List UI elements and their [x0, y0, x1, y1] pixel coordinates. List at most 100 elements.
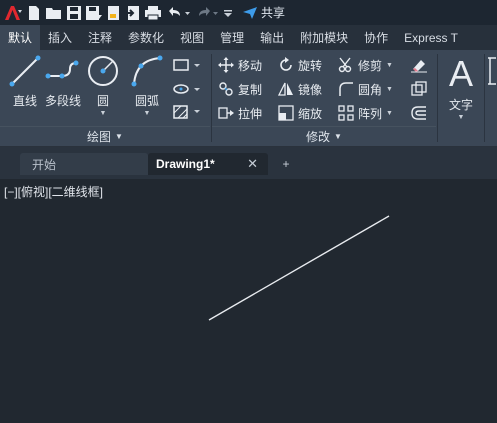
- arc-tool-button[interactable]: 圆弧 ▼: [130, 54, 164, 117]
- quick-access-toolbar: 共享: [0, 0, 497, 25]
- ribbon-panel: 直线 多段线 圆 ▼ 圆弧 ▼ 绘图 ▼ 移动 旋转 修剪 ▼ 复制 镜像 圆角…: [0, 50, 497, 147]
- line-icon: [9, 55, 41, 87]
- close-icon[interactable]: ✕: [247, 156, 258, 172]
- rotate-icon: [280, 57, 292, 71]
- modify-panel-title[interactable]: 修改 ▼: [212, 126, 436, 146]
- import-icon[interactable]: [125, 3, 141, 23]
- draw-panel-expand-icon: ▼: [115, 132, 123, 141]
- new-file-icon[interactable]: [26, 3, 42, 23]
- text-a-icon: A: [449, 54, 473, 92]
- trim-tool-button[interactable]: 修剪 ▼: [338, 55, 393, 75]
- drawn-line[interactable]: [208, 215, 390, 321]
- trim-icon: [338, 57, 352, 73]
- save-icon[interactable]: [66, 3, 82, 23]
- fillet-dropdown-icon[interactable]: ▼: [386, 86, 393, 93]
- polyline-label: 多段线: [44, 94, 81, 108]
- open-folder-icon[interactable]: [45, 3, 63, 23]
- tab-manage[interactable]: 管理: [212, 25, 252, 50]
- drawing-tab-label: Drawing1*: [156, 157, 215, 171]
- dimension-icon: [488, 57, 496, 85]
- tab-annotate[interactable]: 注释: [80, 25, 120, 50]
- tab-output[interactable]: 输出: [252, 25, 292, 50]
- publish-icon[interactable]: [106, 3, 122, 23]
- mirror-label: 镜像: [298, 82, 323, 97]
- array-label: 阵列: [358, 106, 383, 121]
- explode-tool-button[interactable]: [410, 80, 428, 98]
- hatch-icon: [173, 105, 200, 119]
- tab-collaborate[interactable]: 协作: [356, 25, 396, 50]
- start-tab[interactable]: 开始: [20, 153, 148, 175]
- modify-panel-label: 修改: [306, 130, 331, 144]
- circle-tool-button[interactable]: 圆 ▼: [86, 54, 120, 117]
- tab-view[interactable]: 视图: [172, 25, 212, 50]
- text-tool-button[interactable]: A 文字 ▼: [446, 54, 476, 121]
- ellipse-tool-button[interactable]: [172, 80, 202, 98]
- rectangle-tool-button[interactable]: [172, 56, 202, 74]
- erase-tool-button[interactable]: [410, 56, 428, 74]
- trim-label: 修剪: [358, 58, 383, 73]
- rotate-label: 旋转: [298, 58, 323, 73]
- start-tab-label: 开始: [32, 157, 57, 172]
- move-label: 移动: [238, 58, 263, 73]
- copy-label: 复制: [238, 82, 263, 97]
- tab-parametric[interactable]: 参数化: [120, 25, 172, 50]
- line-tool-button[interactable]: 直线: [8, 54, 42, 109]
- array-tool-button[interactable]: 阵列 ▼: [338, 103, 393, 123]
- panel-divider: [484, 54, 485, 142]
- print-icon[interactable]: [144, 3, 162, 23]
- arc-label: 圆弧: [134, 94, 159, 108]
- drawing-tab[interactable]: Drawing1* ✕: [148, 153, 268, 175]
- offset-icon: [411, 106, 426, 120]
- rotate-tool-button[interactable]: 旋转: [278, 55, 322, 75]
- share-label: 共享: [261, 6, 286, 20]
- tab-addins[interactable]: 附加模块: [292, 25, 356, 50]
- tab-insert[interactable]: 插入: [40, 25, 80, 50]
- tab-express-tools[interactable]: Express T: [396, 25, 466, 50]
- save-as-icon[interactable]: [85, 3, 103, 23]
- stretch-label: 拉伸: [238, 106, 263, 121]
- array-dropdown-icon[interactable]: ▼: [386, 110, 393, 117]
- fillet-label: 圆角: [358, 82, 383, 97]
- mirror-tool-button[interactable]: 镜像: [278, 79, 322, 99]
- mirror-icon: [278, 82, 293, 96]
- stretch-icon: [218, 107, 234, 119]
- redo-icon[interactable]: [194, 3, 220, 23]
- arc-dropdown-icon[interactable]: ▼: [144, 110, 151, 117]
- document-tab-bar: 开始 Drawing1* ✕ +: [0, 147, 497, 179]
- circle-icon: [88, 56, 118, 86]
- drawing-canvas[interactable]: [0, 179, 497, 423]
- offset-tool-button[interactable]: [410, 104, 428, 122]
- circle-dropdown-icon[interactable]: ▼: [100, 110, 107, 117]
- draw-panel-title[interactable]: 绘图 ▼: [0, 126, 210, 146]
- tab-home[interactable]: 默认: [0, 25, 41, 50]
- scale-label: 缩放: [298, 106, 323, 121]
- ellipse-icon: [173, 84, 200, 94]
- polyline-icon: [45, 60, 79, 79]
- arc-icon: [131, 55, 163, 87]
- plus-icon: +: [282, 157, 290, 171]
- move-icon: [218, 57, 234, 73]
- hatch-tool-button[interactable]: [172, 103, 202, 121]
- eraser-icon: [411, 60, 427, 73]
- text-dropdown-icon[interactable]: ▼: [458, 114, 465, 121]
- new-tab-button[interactable]: +: [276, 153, 296, 175]
- move-tool-button[interactable]: 移动: [218, 55, 262, 75]
- customize-icon[interactable]: [223, 3, 233, 23]
- app-logo-icon[interactable]: [0, 0, 26, 25]
- panel-divider: [437, 54, 438, 142]
- share-icon: [243, 6, 257, 19]
- polyline-tool-button[interactable]: 多段线: [44, 54, 82, 109]
- share-button[interactable]: 共享: [242, 4, 285, 21]
- array-icon: [338, 105, 354, 121]
- scale-tool-button[interactable]: 缩放: [278, 103, 322, 123]
- stretch-tool-button[interactable]: 拉伸: [218, 103, 262, 123]
- dimension-tool-button[interactable]: [487, 56, 497, 86]
- svg-text:A: A: [449, 54, 473, 92]
- undo-icon[interactable]: [165, 3, 191, 23]
- fillet-icon: [339, 82, 353, 96]
- copy-tool-button[interactable]: 复制: [218, 79, 262, 99]
- viewport-controls[interactable]: [−][俯视][二维线框]: [4, 183, 103, 200]
- fillet-tool-button[interactable]: 圆角 ▼: [338, 79, 393, 99]
- draw-panel-label: 绘图: [87, 130, 112, 144]
- trim-dropdown-icon[interactable]: ▼: [386, 62, 393, 69]
